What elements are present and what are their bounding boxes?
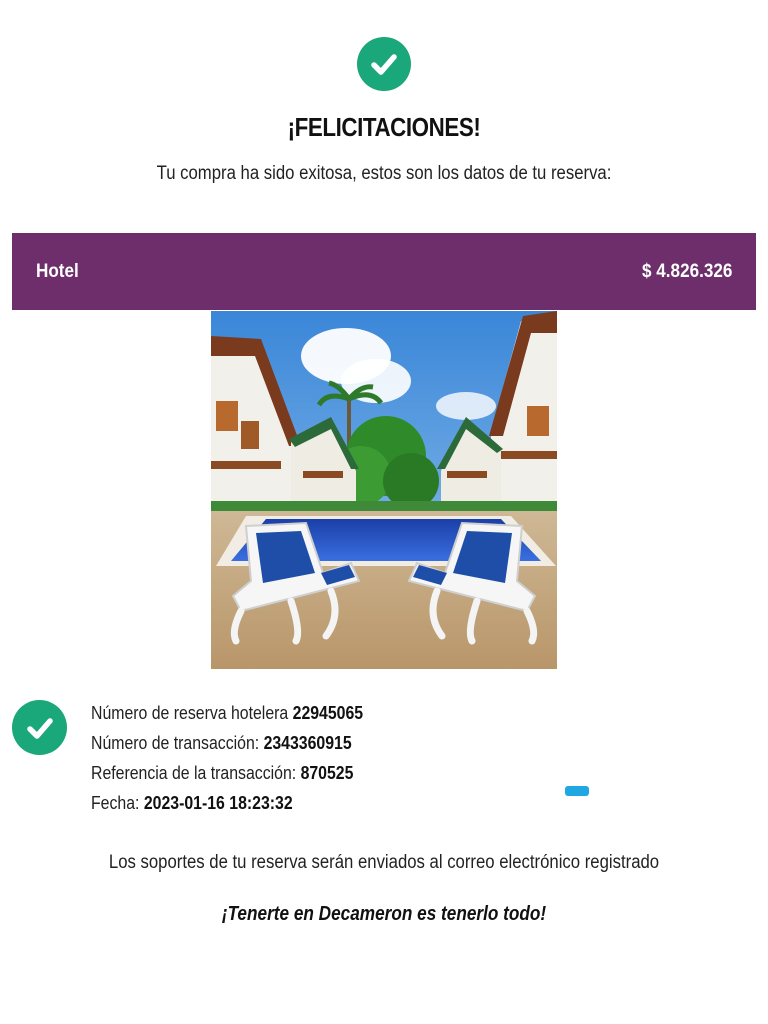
page-subtitle: Tu compra ha sido exitosa, estos son los… [156,163,612,184]
date-row: Fecha: 2023-01-16 18:23:32 [91,793,293,813]
reservation-details: Número de reserva hotelera 22945065 Núme… [91,698,400,818]
support-notice: Los soportes de tu reserva serán enviado… [108,852,660,873]
confirmation-check-icon [12,700,67,755]
transaction-number-row: Número de transacción: 2343360915 [91,733,352,753]
hotel-photo [211,311,557,669]
hotel-summary-bar: Hotel $ 4.826.326 [12,233,756,310]
reservation-number: 22945065 [292,703,364,723]
success-check-icon [357,37,411,91]
transaction-number: 2343360915 [263,733,352,753]
product-label: Hotel [36,260,79,282]
product-price: $ 4.826.326 [641,260,732,282]
slogan: ¡Tenerte en Decameron es tenerlo todo! [221,903,547,925]
page-title: ¡FELICITACIONES! [287,112,481,142]
reservation-number-row: Número de reserva hotelera 22945065 [91,703,364,723]
transaction-date: 2023-01-16 18:23:32 [143,793,293,813]
transaction-reference: 870525 [300,763,354,783]
transaction-reference-row: Referencia de la transacción: 870525 [91,763,354,783]
chat-badge-icon[interactable] [565,786,589,796]
